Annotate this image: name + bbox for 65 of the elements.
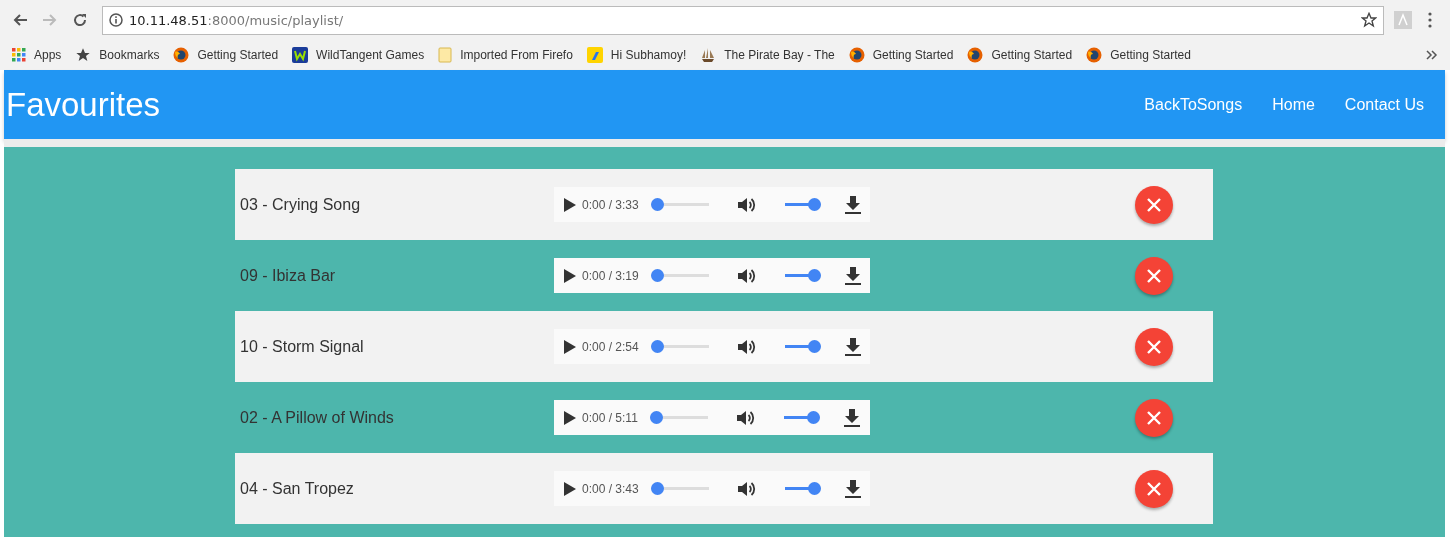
remove-button[interactable] [1135, 398, 1173, 437]
play-icon[interactable] [564, 339, 576, 354]
song-title: 02 - A Pillow of Winds [239, 408, 395, 427]
download-icon[interactable] [844, 266, 861, 285]
globe-icon [967, 47, 984, 63]
song-title: 10 - Storm Signal [239, 337, 365, 356]
song-title: 04 - San Tropez [239, 479, 355, 498]
bookmark-link[interactable]: Bookmarks [99, 48, 160, 62]
volume-icon[interactable] [736, 479, 757, 498]
info-icon [109, 13, 123, 27]
globe-icon [173, 47, 190, 63]
forward-arrow-icon [42, 12, 58, 28]
close-icon [1146, 480, 1162, 497]
time-display: 0:00 / 3:43 [582, 481, 639, 496]
page-title: Favourites [5, 85, 161, 124]
ship-icon [700, 47, 717, 63]
remove-button[interactable] [1135, 469, 1173, 508]
bookmark-link[interactable]: Getting Started [991, 48, 1073, 62]
volume-icon[interactable] [736, 195, 757, 214]
volume-icon[interactable] [736, 337, 757, 356]
bookmark-link[interactable]: Getting Started [197, 48, 279, 62]
bookmark-link[interactable]: Apps [34, 48, 62, 62]
time-display: 0:00 / 3:33 [582, 197, 639, 212]
download-icon[interactable] [844, 337, 861, 356]
remove-button[interactable] [1135, 327, 1173, 366]
game-logo-icon [292, 47, 309, 63]
chevron-icon[interactable] [1426, 50, 1438, 60]
bookmark-link[interactable]: WildTangent Games [316, 48, 425, 62]
close-icon [1146, 196, 1162, 213]
remove-button[interactable] [1135, 256, 1173, 295]
play-icon[interactable] [564, 481, 576, 496]
bookmark-link[interactable]: Imported From Firefo [460, 48, 573, 62]
play-icon[interactable] [564, 197, 576, 212]
time-display: 0:00 / 2:54 [582, 339, 639, 354]
remove-button[interactable] [1135, 185, 1173, 224]
download-icon[interactable] [844, 479, 861, 498]
reload-icon [72, 12, 88, 28]
address-bar[interactable]: 10.11.48.51:8000/music/playlist/ [102, 5, 1384, 35]
song-title: 09 - Ibiza Bar [239, 266, 337, 285]
close-icon [1146, 338, 1162, 355]
folder-icon [438, 47, 453, 63]
play-icon[interactable] [564, 410, 576, 425]
volume-icon[interactable] [735, 408, 756, 427]
menu-icon [1428, 12, 1432, 28]
time-display: 0:00 / 5:11 [582, 410, 638, 425]
download-icon[interactable] [843, 408, 860, 427]
globe-icon [1086, 47, 1103, 63]
close-icon [1146, 409, 1162, 426]
bookmark-link[interactable]: The Pirate Bay - The [724, 48, 835, 62]
star-icon[interactable] [1361, 12, 1377, 28]
bookmark-link[interactable]: Getting Started [1110, 48, 1191, 62]
url-text: 10.11.48.51:8000/music/playlist/ [129, 12, 344, 28]
star-icon [75, 47, 92, 63]
shopping-bag-icon [586, 47, 603, 63]
play-icon[interactable] [564, 268, 576, 283]
volume-icon[interactable] [736, 266, 757, 285]
apps-grid-icon [12, 48, 26, 62]
close-icon [1146, 267, 1162, 284]
time-display: 0:00 / 3:19 [582, 268, 639, 283]
song-title: 03 - Crying Song [239, 195, 362, 214]
globe-icon [848, 47, 865, 63]
download-icon[interactable] [844, 195, 861, 214]
bookmark-link[interactable]: Hi Subhamoy! [610, 48, 687, 62]
bookmark-link[interactable]: Getting Started [872, 48, 954, 62]
back-arrow-icon [12, 12, 28, 28]
